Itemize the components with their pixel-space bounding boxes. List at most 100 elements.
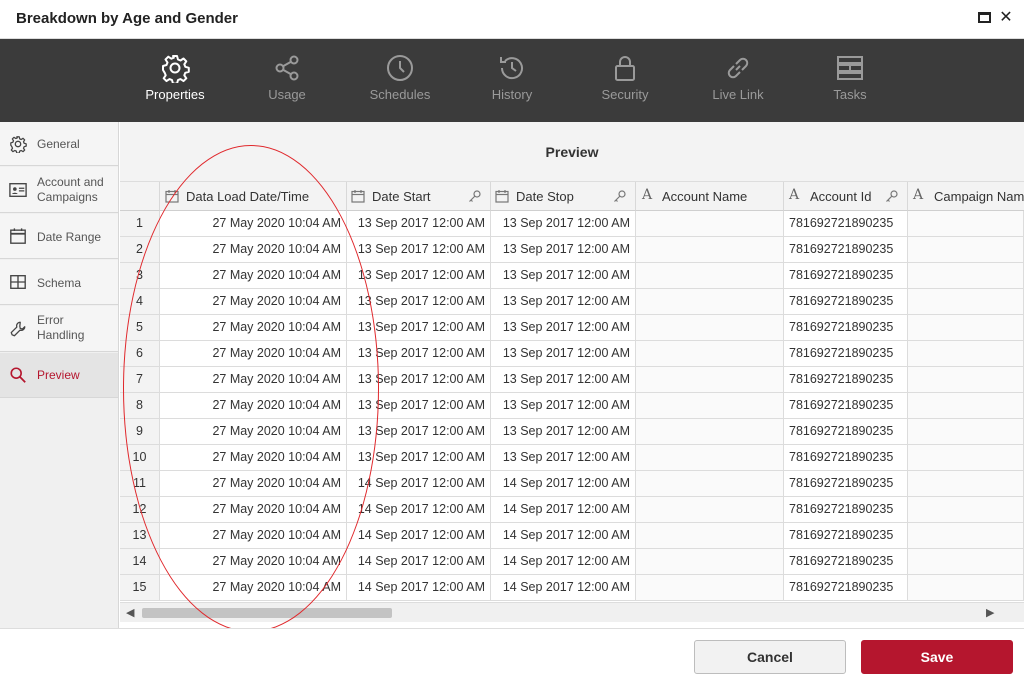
table-row[interactable]: 10 27 May 2020 10:04 AM 13 Sep 2017 12:00 … [120, 445, 1024, 471]
table-row[interactable]: 9 27 May 2020 10:04 AM 13 Sep 2017 12:00 A… [120, 419, 1024, 445]
cell-date-stop: 13 Sep 2017 12:00 AM [491, 419, 636, 445]
sidebar-item-preview[interactable]: Preview [0, 353, 118, 398]
cell-account-id: 781692721890235 [784, 237, 908, 263]
table-row[interactable]: 4 27 May 2020 10:04 AM 13 Sep 2017 12:00 A… [120, 289, 1024, 315]
table-row[interactable]: 3 27 May 2020 10:04 AM 13 Sep 2017 12:00 A… [120, 263, 1024, 289]
table-row[interactable]: 7 27 May 2020 10:04 AM 13 Sep 2017 12:00 A… [120, 367, 1024, 393]
text-type-icon: A [642, 187, 653, 203]
scroll-left-icon[interactable]: ◀ [126, 606, 134, 619]
cell-data-load: 27 May 2020 10:04 AM [160, 445, 347, 471]
cell-date-start: 13 Sep 2017 12:00 AM [347, 393, 491, 419]
cell-date-start: 14 Sep 2017 12:00 AM [347, 523, 491, 549]
column-header-label: Account Name [662, 189, 748, 204]
table-row[interactable]: 15 27 May 2020 10:04 AM 14 Sep 2017 12:00 … [120, 575, 1024, 601]
row-number: 5 [120, 315, 160, 341]
tab-live-link[interactable]: Live Link [683, 39, 793, 122]
cell-date-stop: 13 Sep 2017 12:00 AM [491, 367, 636, 393]
preview-header: Preview [120, 122, 1024, 182]
tab-properties[interactable]: Properties [120, 39, 230, 122]
cell-date-start: 13 Sep 2017 12:00 AM [347, 341, 491, 367]
cell-campaign-name [908, 341, 1024, 367]
tab-tasks[interactable]: Tasks [795, 39, 905, 122]
column-header-label: Date Stop [516, 189, 574, 204]
sidebar-item-date-range[interactable]: Date Range [0, 214, 118, 259]
cell-account-name [636, 263, 784, 289]
text-type-icon: A [913, 187, 924, 203]
cell-data-load: 27 May 2020 10:04 AM [160, 523, 347, 549]
column-header-data-load[interactable]: Data Load Date/Time [160, 182, 347, 211]
maximize-icon [978, 12, 991, 23]
preview-title: Preview [545, 144, 599, 160]
lock-icon [615, 56, 635, 81]
tasks-icon [837, 56, 863, 80]
close-icon: ✕ [999, 9, 1013, 26]
cell-account-id: 781692721890235 [784, 575, 908, 601]
cell-date-start: 14 Sep 2017 12:00 AM [347, 471, 491, 497]
sidebar-item-error-handling[interactable]: Error Handling [0, 306, 118, 352]
column-header-label: Data Load Date/Time [186, 189, 310, 204]
cell-account-id: 781692721890235 [784, 289, 908, 315]
sidebar-label-line: Campaigns [37, 190, 98, 204]
tab-security[interactable]: Security [570, 39, 680, 122]
cell-data-load: 27 May 2020 10:04 AM [160, 315, 347, 341]
table-row[interactable]: 12 27 May 2020 10:04 AM 14 Sep 2017 12:00 … [120, 497, 1024, 523]
maximize-button[interactable] [977, 10, 993, 26]
column-header-account-name[interactable]: A Account Name [636, 182, 784, 211]
sidebar-item-account-campaigns[interactable]: Account and Campaigns [0, 167, 118, 213]
close-button[interactable]: ✕ [998, 10, 1014, 26]
tab-history[interactable]: History [457, 39, 567, 122]
cell-date-start: 13 Sep 2017 12:00 AM [347, 263, 491, 289]
cancel-button[interactable]: Cancel [694, 640, 846, 674]
cell-data-load: 27 May 2020 10:04 AM [160, 419, 347, 445]
cell-date-start: 14 Sep 2017 12:00 AM [347, 575, 491, 601]
cell-account-id: 781692721890235 [784, 497, 908, 523]
cell-date-stop: 14 Sep 2017 12:00 AM [491, 549, 636, 575]
column-header-account-id[interactable]: A Account Id [784, 182, 908, 211]
cell-campaign-name [908, 575, 1024, 601]
column-header-campaign-name[interactable]: A Campaign Nam [908, 182, 1024, 211]
cell-account-id: 781692721890235 [784, 445, 908, 471]
cell-account-name [636, 497, 784, 523]
table-row[interactable]: 14 27 May 2020 10:04 AM 14 Sep 2017 12:00 … [120, 549, 1024, 575]
cell-campaign-name [908, 419, 1024, 445]
cell-account-name [636, 211, 784, 237]
table-row[interactable]: 8 27 May 2020 10:04 AM 13 Sep 2017 12:00 A… [120, 393, 1024, 419]
table-row[interactable]: 13 27 May 2020 10:04 AM 14 Sep 2017 12:00 … [120, 523, 1024, 549]
sidebar-item-label: Account and Campaigns [37, 175, 104, 205]
cell-data-load: 27 May 2020 10:04 AM [160, 263, 347, 289]
cell-data-load: 27 May 2020 10:04 AM [160, 341, 347, 367]
column-header-date-stop[interactable]: Date Stop [491, 182, 636, 211]
tab-schedules[interactable]: Schedules [345, 39, 455, 122]
sidebar-item-general[interactable]: General [0, 122, 118, 166]
search-icon [10, 367, 26, 383]
sidebar-item-label: Error Handling [37, 313, 84, 343]
table-row[interactable]: 2 27 May 2020 10:04 AM 13 Sep 2017 12:00 A… [120, 237, 1024, 263]
sidebar-item-schema[interactable]: Schema [0, 260, 118, 305]
wrench-icon [10, 321, 26, 337]
tab-usage[interactable]: Usage [232, 39, 342, 122]
sidebar-item-label: Date Range [37, 230, 102, 244]
table-row[interactable]: 1 27 May 2020 10:04 AM 13 Sep 2017 12:00 A… [120, 211, 1024, 237]
table-row[interactable]: 11 27 May 2020 10:04 AM 14 Sep 2017 12:00 … [120, 471, 1024, 497]
table-row[interactable]: 5 27 May 2020 10:04 AM 13 Sep 2017 12:00 A… [120, 315, 1024, 341]
row-number: 6 [120, 341, 160, 367]
cell-campaign-name [908, 471, 1024, 497]
row-number: 10 [120, 445, 160, 471]
row-number: 12 [120, 497, 160, 523]
sidebar-item-label: Schema [37, 276, 82, 290]
calendar-icon [351, 190, 365, 203]
horizontal-scrollbar[interactable]: ◀ ▶ [120, 602, 1024, 622]
cell-date-stop: 13 Sep 2017 12:00 AM [491, 393, 636, 419]
column-header-date-start[interactable]: Date Start [347, 182, 491, 211]
sidebar-item-label: General [37, 137, 80, 151]
scrollbar-thumb[interactable] [142, 608, 392, 618]
table-row[interactable]: 6 27 May 2020 10:04 AM 13 Sep 2017 12:00 A… [120, 341, 1024, 367]
cell-data-load: 27 May 2020 10:04 AM [160, 575, 347, 601]
cell-account-name [636, 393, 784, 419]
scroll-right-icon[interactable]: ▶ [986, 606, 994, 619]
cell-campaign-name [908, 549, 1024, 575]
save-button[interactable]: Save [861, 640, 1013, 674]
cell-account-name [636, 341, 784, 367]
cell-account-name [636, 549, 784, 575]
preview-table[interactable]: Data Load Date/Time Date Start Date Stop… [120, 182, 1024, 602]
